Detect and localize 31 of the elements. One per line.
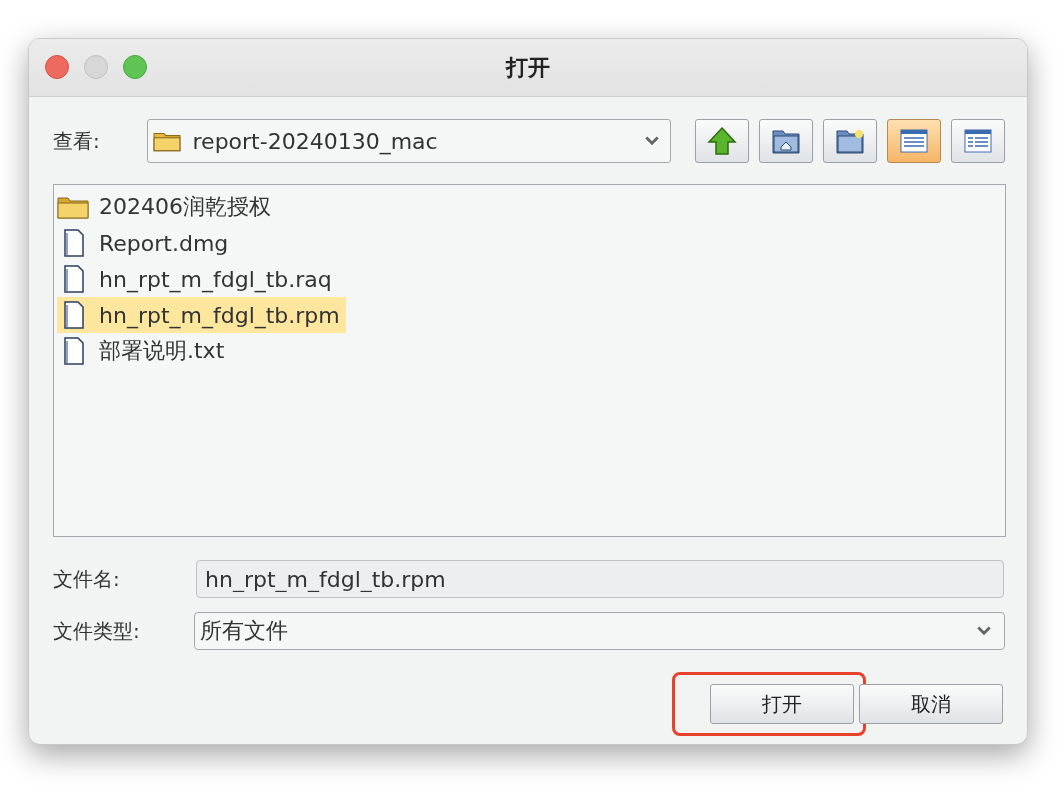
file-list-item[interactable]: Report.dmg [57,225,235,261]
list-view-button[interactable] [887,119,941,163]
open-button[interactable]: 打开 [710,684,854,724]
folder-icon [152,130,181,152]
details-view-button[interactable] [951,119,1005,163]
up-arrow-button[interactable] [695,119,749,163]
look-in-dropdown[interactable]: report-20240130_mac [146,119,671,163]
document-icon [63,301,85,329]
close-button[interactable] [45,55,69,79]
new-folder-button[interactable] [823,119,877,163]
up-arrow-icon [707,126,737,156]
window-title: 打开 [506,53,550,82]
file-list-item[interactable]: 202406润乾授权 [57,189,277,225]
file-list-item[interactable]: 部署说明.txt [57,333,231,369]
file-type-label: 文件类型: [53,617,141,645]
home-folder-button[interactable] [759,119,813,163]
file-name-label: 文件名: [53,565,121,593]
details-view-icon [963,126,993,156]
caret-icon [644,135,660,147]
file-list-item[interactable]: hn_rpt_m_fdgl_tb.raq [57,261,338,297]
document-icon [63,265,85,293]
cancel-button[interactable]: 取消 [859,684,1003,724]
document-icon [63,337,85,365]
folder-icon [57,195,89,219]
list-view-icon [899,126,929,156]
document-icon [63,229,85,257]
look-in-label: 查看: [53,127,101,155]
caret-icon [976,625,992,637]
file-list-item[interactable]: hn_rpt_m_fdgl_tb.rpm [57,297,346,333]
file-name-field[interactable]: hn_rpt_m_fdgl_tb.rpm [196,560,1004,598]
file-type-dropdown[interactable]: 所有文件 [193,612,1005,650]
